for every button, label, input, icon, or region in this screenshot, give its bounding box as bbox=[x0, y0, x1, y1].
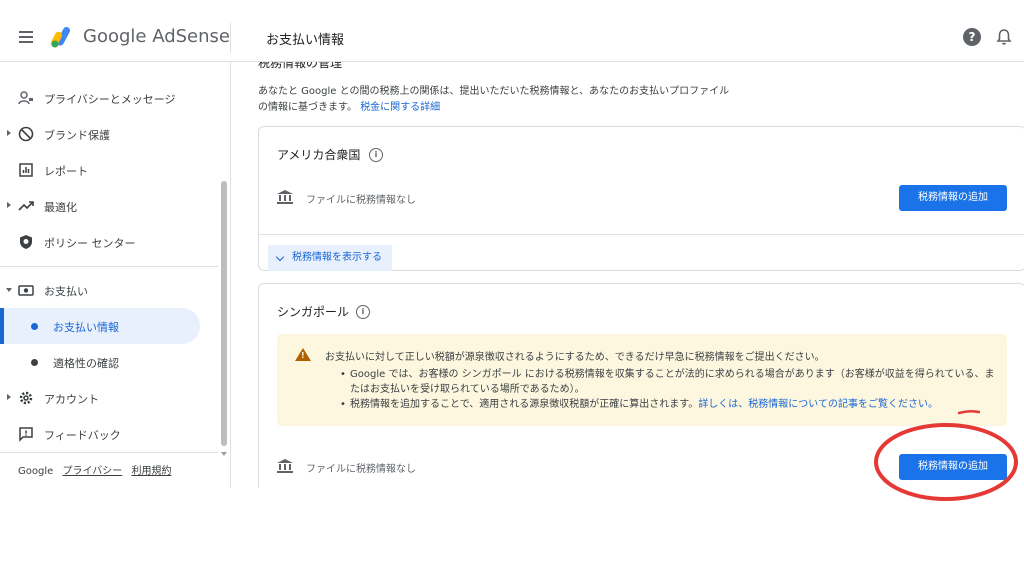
help-icon[interactable]: ? bbox=[963, 28, 981, 46]
warning-banner: ! お支払いに対して正しい税額が源泉徴収されるようにするため、できるだけ早急に税… bbox=[277, 334, 1007, 426]
no-tax-info-text: ファイルに税務情報なし bbox=[306, 195, 416, 206]
sidebar-item-optimization[interactable]: 最適化 bbox=[0, 188, 215, 224]
sidebar-divider bbox=[0, 266, 218, 267]
warning-bullet-2: 税務情報を追加することで、適用される源泉徴収税額が正確に算出されます。詳しくは、… bbox=[340, 397, 1000, 412]
info-icon[interactable]: i bbox=[369, 148, 383, 162]
active-indicator bbox=[0, 308, 4, 344]
adsense-app: Google AdSense お支払い情報 ? プライバシーとメッセージ ブラン… bbox=[0, 13, 1024, 488]
sidebar-item-feedback[interactable]: フィードバック bbox=[0, 416, 215, 452]
brand-name: Google AdSense bbox=[83, 26, 230, 47]
footer-google: Google bbox=[18, 466, 54, 477]
terms-link[interactable]: 利用規約 bbox=[131, 466, 171, 477]
sidebar-item-label: ブランド保護 bbox=[44, 129, 110, 142]
show-tax-info-button[interactable]: 税務情報を表示する bbox=[268, 245, 392, 271]
collapse-caret-icon[interactable] bbox=[6, 288, 12, 292]
warning-icon: ! bbox=[295, 348, 311, 361]
feedback-icon bbox=[19, 427, 33, 442]
bullet-dot bbox=[31, 359, 38, 366]
sidebar-item-account[interactable]: アカウント bbox=[0, 380, 215, 416]
section-heading: 税務情報の管理 bbox=[258, 62, 343, 70]
shield-icon bbox=[20, 235, 32, 249]
expand-caret-icon[interactable] bbox=[7, 394, 11, 400]
no-tax-info-text: ファイルに税務情報なし bbox=[306, 464, 416, 475]
tax-details-link[interactable]: 税金に関する詳細 bbox=[360, 102, 440, 113]
adsense-logo-icon bbox=[50, 26, 70, 48]
intro-body: あなたと Google との間の税務上の関係は、提出いただいた税務情報と、あなた… bbox=[258, 86, 730, 113]
bank-icon bbox=[277, 459, 293, 473]
gear-icon bbox=[19, 391, 33, 405]
bullet-dot bbox=[31, 323, 38, 330]
warning-heading: お支払いに対して正しい税額が源泉徴収されるようにするため、できるだけ早急に税務情… bbox=[325, 352, 825, 363]
sidebar-item-label: アカウント bbox=[44, 393, 99, 406]
sidebar-item-label: フィードバック bbox=[44, 429, 121, 442]
main-content: 税務情報の管理 あなたと Google との間の税務上の関係は、提出いただいた税… bbox=[231, 62, 1024, 488]
add-tax-info-button[interactable]: 税務情報の追加 bbox=[899, 454, 1007, 480]
sidebar-item-label: 最適化 bbox=[44, 201, 77, 214]
warning-bullet-1: Google では、お客様の シンガポール における税務情報を収集することが法的… bbox=[340, 367, 1000, 397]
sidebar-scrollbar[interactable] bbox=[221, 181, 227, 446]
bank-icon bbox=[277, 190, 293, 204]
warning-list: Google では、お客様の シンガポール における税務情報を収集することが法的… bbox=[340, 367, 1000, 412]
sidebar-item-payments[interactable]: お支払い bbox=[0, 272, 215, 308]
sidebar: プライバシーとメッセージ ブランド保護 レポート 最適化 ポリシー センター お… bbox=[0, 62, 231, 488]
card-divider bbox=[259, 234, 1024, 235]
sidebar-footer: Google プライバシー 利用規約 bbox=[18, 462, 171, 477]
add-tax-info-button[interactable]: 税務情報の追加 bbox=[899, 185, 1007, 211]
bell-icon[interactable] bbox=[996, 28, 1012, 46]
card-title-us: アメリカ合衆国 bbox=[277, 148, 361, 162]
trending-up-icon bbox=[18, 201, 34, 211]
info-icon[interactable]: i bbox=[356, 305, 370, 319]
chevron-down-icon bbox=[275, 252, 285, 262]
report-chart-icon bbox=[19, 163, 33, 177]
tax-article-link[interactable]: 詳しくは、税務情報についての記事をご覧ください。 bbox=[698, 399, 938, 410]
sidebar-item-eligibility[interactable]: 適格性の確認 bbox=[0, 344, 215, 380]
sidebar-item-brand-protection[interactable]: ブランド保護 bbox=[0, 116, 215, 152]
show-tax-info-label: 税務情報を表示する bbox=[292, 252, 382, 263]
top-header: Google AdSense お支払い情報 ? bbox=[0, 13, 1024, 62]
sg-tax-card: シンガポール i ! お支払いに対して正しい税額が源泉徴収されるようにするため、… bbox=[258, 283, 1024, 488]
payments-icon bbox=[18, 285, 34, 296]
sidebar-item-label: お支払い bbox=[44, 285, 88, 298]
menu-icon[interactable] bbox=[16, 25, 38, 49]
scroll-down-icon[interactable] bbox=[221, 452, 227, 456]
sidebar-item-privacy[interactable]: プライバシーとメッセージ bbox=[0, 80, 215, 116]
sidebar-item-label: レポート bbox=[44, 165, 88, 178]
warning-bullet-2-text: 税務情報を追加することで、適用される源泉徴収税額が正確に算出されます。 bbox=[350, 399, 699, 410]
sidebar-item-label: プライバシーとメッセージ bbox=[44, 93, 176, 106]
sidebar-item-label: お支払い情報 bbox=[53, 321, 119, 334]
page-title: お支払い情報 bbox=[266, 33, 345, 48]
sidebar-divider bbox=[0, 452, 218, 453]
sidebar-item-policy-center[interactable]: ポリシー センター bbox=[0, 224, 215, 260]
us-tax-card: アメリカ合衆国 i ファイルに税務情報なし 税務情報の追加 税務情報を表示する bbox=[258, 126, 1024, 271]
header-divider bbox=[230, 23, 231, 53]
privacy-link[interactable]: プライバシー bbox=[62, 466, 122, 477]
card-title-sg: シンガポール bbox=[277, 305, 350, 319]
block-icon bbox=[18, 126, 34, 142]
sidebar-item-reports[interactable]: レポート bbox=[0, 152, 215, 188]
sidebar-item-label: ポリシー センター bbox=[44, 237, 136, 250]
privacy-person-icon bbox=[18, 91, 33, 105]
sidebar-item-label: 適格性の確認 bbox=[53, 357, 119, 370]
expand-caret-icon[interactable] bbox=[7, 202, 11, 208]
sidebar-item-payment-info[interactable]: お支払い情報 bbox=[0, 308, 200, 344]
intro-text: あなたと Google との間の税務上の関係は、提出いただいた税務情報と、あなた… bbox=[258, 84, 738, 116]
expand-caret-icon[interactable] bbox=[7, 130, 11, 136]
